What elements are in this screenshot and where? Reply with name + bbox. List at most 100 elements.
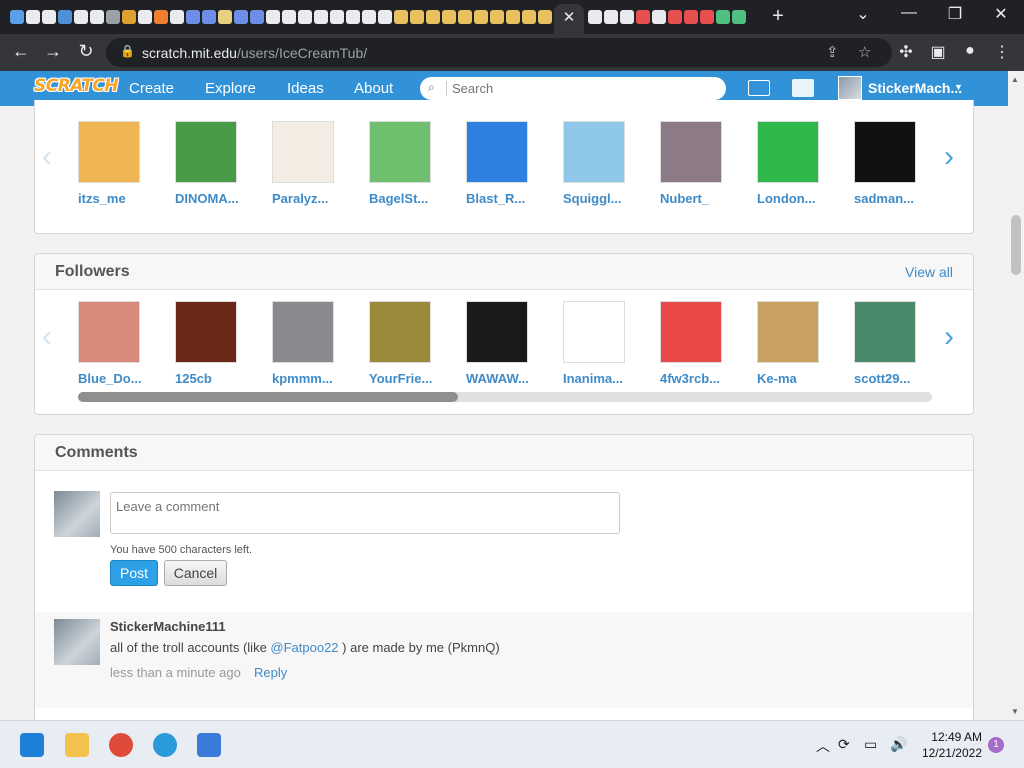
nav-avatar[interactable] (838, 76, 862, 100)
comment-input[interactable] (110, 492, 620, 534)
user-name-link[interactable]: DINOMA... (175, 191, 239, 206)
menu-kebab-icon[interactable]: ⋮ (992, 42, 1012, 62)
user-thumbnail[interactable] (563, 301, 625, 363)
tab-favicon[interactable] (250, 10, 264, 24)
user-name-link[interactable]: 4fw3rcb... (660, 371, 720, 386)
chrome-icon[interactable] (109, 733, 133, 757)
user-card[interactable]: Paralyz... (272, 121, 334, 206)
tab-favicon[interactable] (42, 10, 56, 24)
user-thumbnail[interactable] (466, 121, 528, 183)
tab-favicon[interactable] (234, 10, 248, 24)
network-icon[interactable]: ▭ (864, 736, 877, 753)
tab-favicon[interactable] (202, 10, 216, 24)
user-name-link[interactable]: kpmmm... (272, 371, 333, 386)
user-name-link[interactable]: Ke-ma (757, 371, 797, 386)
user-card[interactable]: itzs_me (78, 121, 140, 206)
tab-favicon[interactable] (506, 10, 520, 24)
user-name-link[interactable]: BagelSt... (369, 191, 428, 206)
user-thumbnail[interactable] (272, 121, 334, 183)
tab-search-icon[interactable]: ⌄ (848, 4, 878, 24)
user-thumbnail[interactable] (757, 301, 819, 363)
user-name-link[interactable]: 125cb (175, 371, 212, 386)
clock[interactable]: 12:49 AM 12/21/2022 (916, 729, 982, 761)
tab-favicon[interactable] (490, 10, 504, 24)
following-prev-arrow-icon[interactable]: ‹ (42, 140, 52, 174)
tab-favicon[interactable] (266, 10, 280, 24)
tab-favicon[interactable] (378, 10, 392, 24)
user-card[interactable]: sadman... (854, 121, 916, 206)
tab-favicon[interactable] (458, 10, 472, 24)
user-card[interactable]: 4fw3rcb... (660, 301, 722, 386)
user-card[interactable]: Blast_R... (466, 121, 528, 206)
search-input[interactable] (452, 80, 712, 97)
user-card[interactable]: 125cb (175, 301, 237, 386)
page-scroll-thumb[interactable] (1011, 215, 1021, 275)
user-card[interactable]: Blue_Do... (78, 301, 142, 386)
tab-favicon[interactable] (716, 10, 730, 24)
tab-favicon[interactable] (282, 10, 296, 24)
nav-username[interactable]: StickerMach... (868, 80, 962, 96)
tab-favicon[interactable] (522, 10, 536, 24)
user-thumbnail[interactable] (854, 121, 916, 183)
tab-favicon[interactable] (538, 10, 552, 24)
scratch-logo[interactable]: SCRATCH (34, 76, 119, 96)
tab-favicon[interactable] (620, 10, 634, 24)
user-card[interactable]: BagelSt... (369, 121, 431, 206)
post-button[interactable]: Post (110, 560, 158, 586)
user-name-link[interactable]: Squiggl... (563, 191, 622, 206)
user-card[interactable]: WAWAW... (466, 301, 529, 386)
edge-icon[interactable] (153, 733, 177, 757)
following-next-arrow-icon[interactable]: › (944, 140, 954, 174)
tray-overflow-icon[interactable]: ︿ (816, 736, 830, 756)
user-card[interactable]: kpmmm... (272, 301, 334, 386)
user-thumbnail[interactable] (369, 301, 431, 363)
chevron-down-icon[interactable]: ▼ (954, 82, 963, 92)
followers-next-arrow-icon[interactable]: › (944, 320, 954, 354)
followers-scrollbar[interactable] (78, 392, 932, 402)
user-thumbnail[interactable] (660, 121, 722, 183)
messages-icon[interactable] (748, 80, 770, 96)
file-explorer-icon[interactable] (65, 733, 89, 757)
tab-favicon[interactable] (138, 10, 152, 24)
nav-explore[interactable]: Explore (205, 80, 256, 97)
tab-favicon[interactable] (154, 10, 168, 24)
user-card[interactable]: DINOMA... (175, 121, 239, 206)
notification-badge[interactable]: 1 (988, 737, 1004, 753)
reload-icon[interactable]: ↻ (75, 41, 97, 62)
user-name-link[interactable]: Nubert_ (660, 191, 709, 206)
tab-favicon[interactable] (314, 10, 328, 24)
nav-ideas[interactable]: Ideas (287, 80, 324, 97)
comment-mention-link[interactable]: @Fatpoo22 (270, 640, 338, 655)
user-name-link[interactable]: YourFrie... (369, 371, 432, 386)
tab-favicon[interactable] (426, 10, 440, 24)
user-card[interactable]: Inanima... (563, 301, 625, 386)
view-all-link[interactable]: View all (905, 264, 953, 280)
tab-favicon[interactable] (410, 10, 424, 24)
forward-icon[interactable]: → (42, 41, 64, 62)
tab-favicon[interactable] (298, 10, 312, 24)
tab-favicon[interactable] (170, 10, 184, 24)
user-thumbnail[interactable] (563, 121, 625, 183)
my-stuff-icon[interactable] (792, 79, 814, 97)
user-card[interactable]: London... (757, 121, 819, 206)
tab-favicon[interactable] (652, 10, 666, 24)
user-name-link[interactable]: London... (757, 191, 815, 206)
cancel-button[interactable]: Cancel (164, 560, 227, 586)
scroll-up-icon[interactable]: ▲ (1011, 75, 1019, 84)
restore-button[interactable]: ❐ (940, 4, 970, 24)
tab-favicon[interactable] (10, 10, 24, 24)
address-bar[interactable]: 🔒 scratch.mit.edu/users/IceCreamTub/ ⇪ ☆ (106, 38, 892, 67)
new-tab-button[interactable]: + (768, 5, 788, 28)
user-thumbnail[interactable] (757, 121, 819, 183)
user-thumbnail[interactable] (660, 301, 722, 363)
url-text[interactable]: scratch.mit.edu/users/IceCreamTub/ (142, 45, 367, 61)
user-thumbnail[interactable] (78, 301, 140, 363)
tab-favicon[interactable] (732, 10, 746, 24)
user-thumbnail[interactable] (854, 301, 916, 363)
user-name-link[interactable]: WAWAW... (466, 371, 529, 386)
user-thumbnail[interactable] (369, 121, 431, 183)
tab-favicon[interactable] (700, 10, 714, 24)
user-name-link[interactable]: Blast_R... (466, 191, 525, 206)
sync-icon[interactable]: ⟳ (838, 736, 850, 753)
user-card[interactable]: Squiggl... (563, 121, 625, 206)
